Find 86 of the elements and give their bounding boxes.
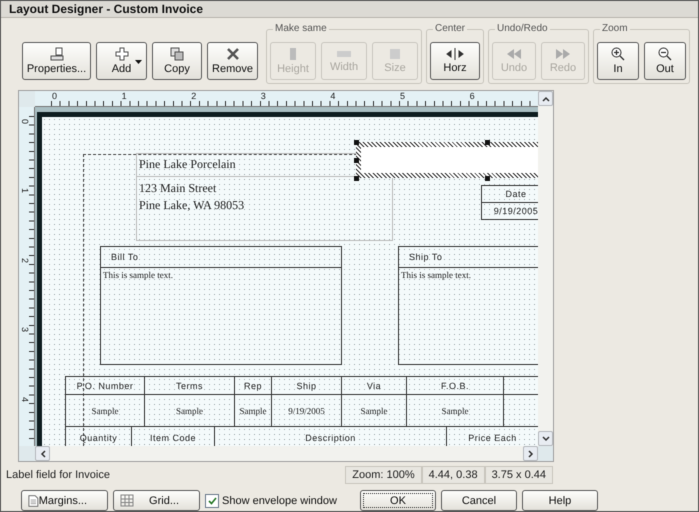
- window-title: Layout Designer - Custom Invoice: [9, 2, 204, 16]
- center-icon: [446, 48, 464, 60]
- ruler-label: 1: [20, 188, 29, 194]
- grid-icon: [120, 494, 134, 507]
- date-value: 9/19/2005: [492, 205, 538, 218]
- resize-handle[interactable]: [485, 140, 490, 145]
- column-header: Rep: [235, 377, 272, 395]
- resize-handle[interactable]: [354, 140, 359, 145]
- ruler-label: 3: [20, 327, 29, 332]
- ruler-label: 4: [330, 92, 336, 101]
- ruler-label: 5: [400, 92, 406, 101]
- group-label: Undo/Redo: [495, 23, 550, 34]
- table-cell: 9/19/2005: [272, 395, 342, 427]
- bill-to-field[interactable]: Bill To This is sample text.: [100, 246, 342, 365]
- ruler-label: 0: [52, 92, 58, 101]
- address-line: Pine Lake, WA 98053: [139, 197, 246, 214]
- vertical-scrollbar[interactable]: [538, 91, 553, 446]
- size-readout: 3.75 x 0.44: [484, 466, 553, 484]
- copy-icon: [170, 47, 184, 61]
- group-label: Center: [433, 23, 468, 34]
- table-cell: Sample: [145, 395, 235, 427]
- bill-to-title: Bill To: [101, 247, 341, 268]
- address-line: 123 Main Street: [139, 180, 218, 197]
- toolbar-button[interactable]: Copy: [152, 42, 202, 80]
- zoom-readout: Zoom: 100%: [345, 466, 422, 484]
- checkbox[interactable]: [205, 494, 219, 508]
- margins-button[interactable]: Margins...: [21, 490, 108, 511]
- size-icon: [389, 48, 401, 60]
- check-icon: [208, 496, 216, 504]
- column-header: Ship: [272, 377, 342, 395]
- height-icon: [288, 47, 298, 61]
- dialog-button[interactable]: Help: [522, 490, 598, 511]
- table-cell: Sample: [407, 395, 504, 427]
- toolbar-button[interactable]: Horz: [430, 42, 480, 80]
- selected-field[interactable]: [356, 142, 538, 178]
- column-header: F.O.B.: [407, 377, 504, 395]
- toolbar-button[interactable]: Out: [644, 42, 686, 80]
- scroll-up-icon: [542, 94, 550, 102]
- scroll-right-icon: [526, 450, 534, 458]
- undo-icon: [506, 48, 522, 60]
- position-readout: 4.44, 0.38: [422, 466, 485, 484]
- table-cell: Sample: [235, 395, 272, 427]
- group-label: Zoom: [600, 23, 630, 34]
- zoom-in-icon: [611, 47, 625, 61]
- ruler-label: 3: [260, 92, 266, 101]
- ruler-label: 6: [470, 92, 475, 101]
- bill-to-text: This is sample text.: [102, 269, 174, 282]
- resize-handle[interactable]: [354, 176, 359, 181]
- table-cell: Sample: [342, 395, 407, 427]
- group-label: Make same: [273, 23, 329, 34]
- grid-button[interactable]: Grid...: [113, 490, 200, 511]
- redo-icon: [555, 48, 571, 60]
- horizontal-scrollbar[interactable]: [35, 446, 538, 461]
- dialog-button[interactable]: OK: [360, 490, 436, 511]
- ruler-label: 2: [20, 258, 29, 263]
- envelope-checkbox[interactable]: Show envelope window: [205, 494, 337, 508]
- properties-icon: [48, 47, 64, 61]
- ruler-label: 0: [20, 119, 29, 124]
- toolbar-button[interactable]: Add: [96, 42, 147, 80]
- ruler-label: 4: [20, 396, 29, 402]
- zoom-out-icon: [658, 47, 672, 61]
- scroll-left-icon: [38, 450, 46, 458]
- resize-handle[interactable]: [354, 158, 359, 163]
- ruler-label: 2: [191, 92, 196, 101]
- scroll-down-icon: [542, 434, 550, 442]
- status-message: Label field for Invoice: [6, 469, 111, 481]
- width-icon: [336, 49, 352, 59]
- resize-handle[interactable]: [485, 176, 490, 181]
- date-header: Date: [482, 186, 538, 204]
- table-cell: Sample: [66, 395, 145, 427]
- ship-to-title: Ship To: [399, 247, 538, 268]
- toolbar-button[interactable]: Properties...: [22, 42, 91, 80]
- page-icon: [28, 494, 39, 508]
- toolbar-button[interactable]: In: [597, 42, 639, 80]
- ruler-label: 1: [122, 92, 127, 101]
- column-header: Via: [342, 377, 407, 395]
- checkbox-label: Show envelope window: [222, 494, 337, 506]
- ship-to-field[interactable]: Ship To This is sample text.: [398, 246, 538, 365]
- column-header: P.O. Number: [66, 377, 145, 395]
- plus-icon: [114, 47, 128, 61]
- toolbar-button[interactable]: Remove: [207, 42, 258, 80]
- date-field[interactable]: Date 9/19/2005: [481, 185, 538, 220]
- cross-icon: [226, 47, 240, 61]
- ship-to-text: This is sample text.: [400, 269, 472, 282]
- column-header: Terms: [145, 377, 235, 395]
- dialog-button[interactable]: Cancel: [440, 490, 517, 511]
